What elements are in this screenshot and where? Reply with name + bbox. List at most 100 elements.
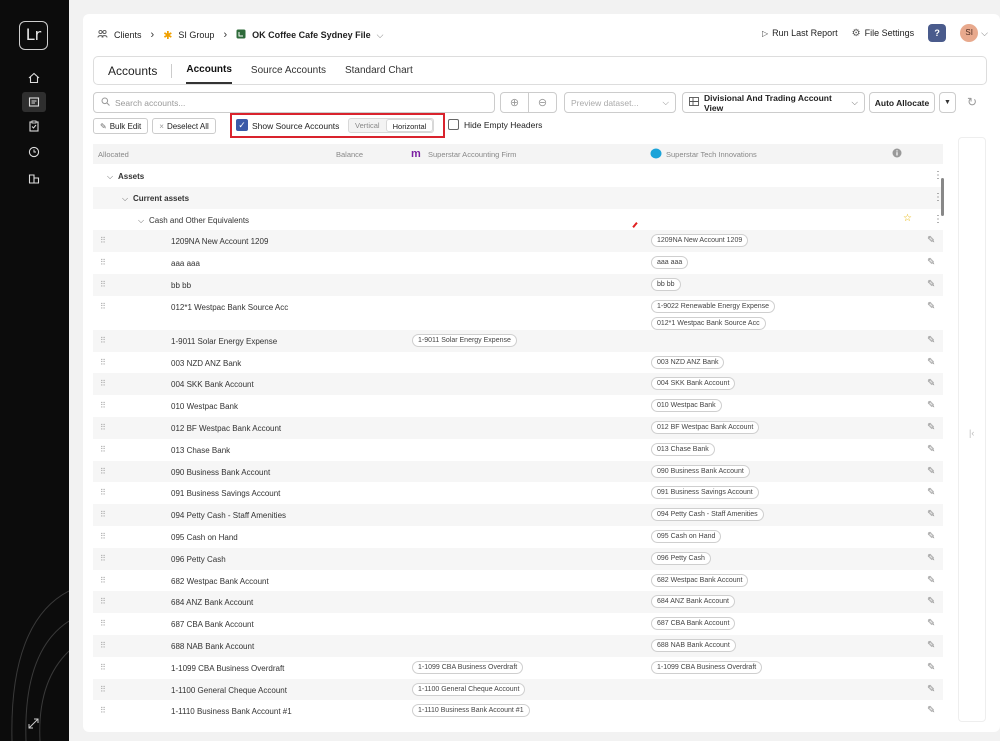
drag-handle-icon[interactable]: ⠿ [100,236,106,245]
chevron-down-icon[interactable]: ⌵ [377,30,384,41]
pencil-icon[interactable]: ✎ [927,640,935,651]
drag-handle-icon[interactable]: ⠿ [100,706,106,715]
table-row[interactable]: ⠿ aaa aaa aaa aaa ✎ [93,252,943,274]
user-menu[interactable]: SI ⌵ [960,24,988,42]
preview-dataset-select[interactable]: Preview dataset... ⌵ [564,92,676,113]
collapse-panel-icon[interactable]: |‹ [969,428,974,438]
table-row[interactable]: ⠿ 004 SKK Bank Account 004 SKK Bank Accoun… [93,373,943,396]
pencil-icon[interactable]: ✎ [927,466,935,477]
pencil-icon[interactable]: ✎ [927,705,935,716]
source2-account-chip[interactable]: 012*1 Westpac Bank Source Acc [651,316,766,330]
source2-account-chip[interactable]: 687 CBA Bank Account [651,617,736,631]
table-row[interactable]: ⠿ 1-1110 Business Bank Account #1 1-1110 B… [93,700,943,722]
drag-handle-icon[interactable]: ⠿ [100,423,106,432]
source2-account-chip[interactable]: bb bb [651,277,681,291]
source2-account-chip[interactable]: 013 Chase Bank [651,442,715,456]
group-row[interactable]: ⌵ Current assets ⋮ [93,186,943,209]
orientation-horizontal[interactable]: Horizontal [385,119,434,132]
drag-handle-icon[interactable]: ⠿ [100,576,106,585]
table-row[interactable]: ⠿ 684 ANZ Bank Account 684 ANZ Bank Accoun… [93,591,943,614]
source2-account-chip[interactable]: 004 SKK Bank Account [651,377,736,391]
source2-account-chip[interactable]: 012 BF Westpac Bank Account [651,420,760,434]
help-button[interactable]: ? [928,24,947,42]
pencil-icon[interactable]: ✎ [927,257,935,268]
drag-handle-icon[interactable]: ⠿ [100,379,106,388]
drag-handle-icon[interactable]: ⠿ [100,467,106,476]
scrollbar-thumb[interactable] [941,178,944,216]
expand-all-icon[interactable]: ⊕ [501,93,529,112]
home-icon[interactable] [22,68,46,88]
view-select[interactable]: Divisional And Trading Account View ⌵ [682,92,865,113]
deselect-all-button[interactable]: × Deselect All [152,118,216,134]
breadcrumb-file[interactable]: OK Coffee Cafe Sydney File [252,30,371,40]
expand-icon[interactable] [28,718,39,731]
source2-account-chip[interactable]: 688 NAB Bank Account [651,638,736,652]
drag-handle-icon[interactable]: ⠿ [100,401,106,410]
pencil-icon[interactable]: ✎ [927,596,935,607]
drag-handle-icon[interactable]: ⠿ [100,619,106,628]
hide-empty-headers-toggle[interactable]: Hide Empty Headers [448,119,542,130]
drag-handle-icon[interactable]: ⠿ [100,532,106,541]
app-logo[interactable]: Lr [19,21,48,50]
source2-account-chip[interactable]: 010 Westpac Bank [651,399,722,413]
pencil-icon[interactable]: ✎ [927,378,935,389]
table-row[interactable]: ⠿ bb bb bb bb ✎ [93,273,943,296]
table-row[interactable]: ⠿ 688 NAB Bank Account 688 NAB Bank Accoun… [93,634,943,657]
table-row[interactable]: ⠿ 1209NA New Account 1209 1209NA New Accou… [93,230,943,253]
info-icon[interactable] [892,148,902,160]
pencil-icon[interactable]: ✎ [927,357,935,368]
tab-accounts[interactable]: Accounts [186,57,232,84]
table-row[interactable]: ⠿ 1-1099 CBA Business Overdraft 1-1099 CBA… [93,657,943,679]
table-row[interactable]: ⠿ 096 Petty Cash 096 Petty Cash ✎ [93,547,943,570]
pencil-icon[interactable]: ✎ [927,618,935,629]
chevron-down-icon[interactable]: ⌵ [107,172,113,182]
drag-handle-icon[interactable]: ⠿ [100,445,106,454]
pencil-icon[interactable]: ✎ [927,531,935,542]
drag-handle-icon[interactable]: ⠿ [100,663,106,672]
source2-account-chip[interactable]: aaa aaa [651,256,689,270]
show-source-accounts-checkbox[interactable]: ✓ [236,119,248,131]
auto-allocate-button[interactable]: Auto Allocate [869,92,935,113]
pencil-icon[interactable]: ✎ [927,335,935,346]
table-row[interactable]: ⠿ 094 Petty Cash - Staff Amenities 094 Pet… [93,504,943,526]
refresh-icon[interactable]: ↻ [967,95,977,109]
source1-account-chip[interactable]: 1-1110 Business Bank Account #1 [412,704,530,718]
drag-handle-icon[interactable]: ⠿ [100,685,106,694]
auto-allocate-dropdown[interactable]: ▼ [939,92,956,113]
tab-standard-chart[interactable]: Standard Chart [345,58,413,83]
pencil-icon[interactable]: ✎ [927,301,935,312]
table-row[interactable]: ⠿ 012*1 Westpac Bank Source Acc 1-9022 Ren… [93,296,943,330]
table-row[interactable]: ⠿ 012 BF Westpac Bank Account 012 BF Westp… [93,416,943,439]
table-row[interactable]: ⠿ 682 Westpac Bank Account 682 Westpac Ban… [93,570,943,592]
file-settings-button[interactable]: ⚙ File Settings [852,28,915,39]
source2-account-chip[interactable]: 096 Petty Cash [651,551,711,565]
source2-account-chip[interactable]: 091 Business Savings Account [651,486,759,500]
table-row[interactable]: ⠿ 013 Chase Bank 013 Chase Bank ✎ [93,439,943,461]
source1-account-chip[interactable]: 1-1099 CBA Business Overdraft [412,660,524,674]
building-icon[interactable] [22,168,46,188]
star-icon[interactable]: ☆ [903,213,912,224]
table-row[interactable]: ⠿ 095 Cash on Hand 095 Cash on Hand ✎ [93,526,943,548]
source2-account-chip[interactable]: 095 Cash on Hand [651,529,722,543]
source2-account-chip[interactable]: 684 ANZ Bank Account [651,595,735,609]
drag-handle-icon[interactable]: ⠿ [100,597,106,606]
group-row[interactable]: ⌵ Cash and Other Equivalents ☆ ⋮ [93,209,943,231]
show-source-accounts-label[interactable]: Show Source Accounts [252,121,339,131]
source2-account-chip[interactable]: 094 Petty Cash - Staff Amenities [651,508,764,522]
source2-account-chip[interactable]: 090 Business Bank Account [651,464,750,478]
pencil-icon[interactable]: ✎ [927,279,935,290]
drag-handle-icon[interactable]: ⠿ [100,302,106,311]
pencil-icon[interactable]: ✎ [927,662,935,673]
chevron-down-icon[interactable]: ⌵ [138,216,144,226]
drag-handle-icon[interactable]: ⠿ [100,488,106,497]
drag-handle-icon[interactable]: ⠿ [100,258,106,267]
table-row[interactable]: ⠿ 687 CBA Bank Account 687 CBA Bank Accoun… [93,613,943,635]
search-input[interactable] [115,97,475,108]
pencil-icon[interactable]: ✎ [927,444,935,455]
pencil-icon[interactable]: ✎ [927,235,935,246]
tab-source-accounts[interactable]: Source Accounts [251,58,326,83]
breadcrumb-group[interactable]: SI Group [178,30,214,40]
drag-handle-icon[interactable]: ⠿ [100,641,106,650]
table-row[interactable]: ⠿ 003 NZD ANZ Bank 003 NZD ANZ Bank ✎ [93,352,943,374]
pencil-icon[interactable]: ✎ [927,575,935,586]
